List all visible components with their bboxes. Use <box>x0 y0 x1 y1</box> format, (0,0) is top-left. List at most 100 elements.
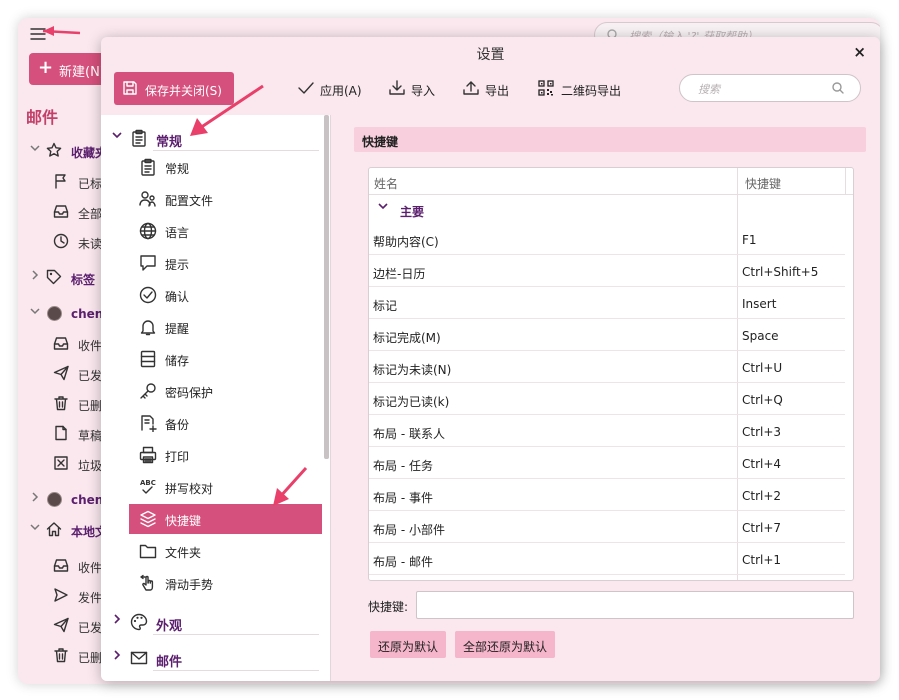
table-row[interactable]: 布局 - 联系人 Ctrl+3 <box>369 415 845 447</box>
sidebar-label: 收件 <box>78 561 103 575</box>
tree-item[interactable]: 语言 <box>129 216 322 246</box>
chevron-down-icon[interactable] <box>378 202 388 210</box>
folder-item[interactable]: 已发 <box>18 362 108 386</box>
table-row[interactable]: 布局 - 任务 Ctrl+4 <box>369 447 845 479</box>
sidebar-group[interactable]: 本地文 <box>18 518 108 542</box>
folder-item[interactable]: 草稿 <box>18 422 108 446</box>
folder-item[interactable]: 收件 <box>18 554 108 578</box>
printer-icon <box>139 446 157 464</box>
tree-item[interactable]: 提示 <box>129 248 322 278</box>
folder-icon <box>139 542 157 560</box>
command-name: 布局 - 邮件 <box>373 555 433 569</box>
backup-icon <box>139 414 157 432</box>
avatar <box>47 492 62 507</box>
tree-group[interactable]: 邮件 <box>101 645 319 671</box>
tree-item[interactable]: 提醒 <box>129 312 322 342</box>
folder-item[interactable]: 发件 <box>18 584 108 608</box>
tree-item[interactable]: ABC 拼写校对 <box>129 472 322 502</box>
import-label: 导入 <box>411 84 436 98</box>
account-item[interactable]: chen <box>18 302 108 326</box>
table-row[interactable]: 标记 Insert <box>369 287 845 319</box>
settings-tree: 常规 外观 邮件 常规 配置文件 语言 提示 确认 提醒 储存 密码保护 备份 … <box>101 115 331 681</box>
folder-item[interactable]: 已删 <box>18 392 108 416</box>
folder-item[interactable]: 已标 <box>18 170 108 194</box>
group-underline <box>153 634 319 635</box>
tree-item[interactable]: 储存 <box>129 344 322 374</box>
draft-icon <box>53 425 69 441</box>
key-icon <box>139 382 157 400</box>
sidebar-label: 垃圾 <box>78 459 103 473</box>
sidebar-label: 已标 <box>78 177 103 191</box>
table-row[interactable]: 帮助内容(C) F1 <box>369 223 845 255</box>
reset-default-button[interactable]: 还原为默认 <box>370 631 447 658</box>
shortcut-icon <box>139 510 157 528</box>
tree-group[interactable]: 外观 <box>101 609 319 635</box>
account-item[interactable]: chen <box>18 488 108 512</box>
chevron-right-icon[interactable] <box>112 614 122 624</box>
chevron-down-icon[interactable] <box>112 130 122 140</box>
column-divider <box>845 168 846 195</box>
folder-item[interactable]: 未读 <box>18 230 108 254</box>
sidebar-label: 已发 <box>78 621 103 635</box>
table-row[interactable]: 标记为已读(k) Ctrl+Q <box>369 383 845 415</box>
tree-item[interactable]: 快捷键 <box>129 504 322 534</box>
trash-icon <box>53 647 69 663</box>
tree-item[interactable]: 密码保护 <box>129 376 322 406</box>
spellcheck-icon: ABC <box>139 478 159 496</box>
outbox-icon <box>53 587 69 603</box>
tag-icon <box>46 269 62 285</box>
sidebar-group[interactable]: 收藏夹 <box>18 139 108 163</box>
command-name: 布局 - 事件 <box>373 491 433 505</box>
chevron-down-icon[interactable] <box>30 522 40 532</box>
folder-item[interactable]: 全部 <box>18 200 108 224</box>
tree-item-label: 密码保护 <box>165 386 214 400</box>
table-row[interactable]: 布局 - 邮件 Ctrl+1 <box>369 543 845 575</box>
table-row[interactable]: 边栏-日历 Ctrl+Shift+5 <box>369 255 845 287</box>
globe-icon <box>139 222 157 240</box>
save-and-close-button[interactable]: 保存并关闭(S) <box>114 72 234 105</box>
shortcut-input[interactable] <box>416 591 854 619</box>
tree-item[interactable]: 打印 <box>129 440 322 470</box>
column-header-shortcut[interactable]: 快捷键 <box>745 175 781 192</box>
chevron-down-icon[interactable] <box>30 143 40 153</box>
close-icon[interactable]: × <box>853 43 866 61</box>
tree-item-label: 语言 <box>165 226 190 240</box>
folder-item[interactable]: 已删 <box>18 644 108 668</box>
settings-search-placeholder: 搜索 <box>698 83 720 96</box>
table-row[interactable]: 标记完成(M) Space <box>369 319 845 351</box>
chevron-right-icon[interactable] <box>30 492 40 502</box>
table-row[interactable]: 布局 - 小部件 Ctrl+7 <box>369 511 845 543</box>
tree-item-label: 打印 <box>165 450 190 464</box>
table-row[interactable]: 标记为未读(N) Ctrl+U <box>369 351 845 383</box>
chevron-down-icon[interactable] <box>30 306 40 316</box>
chat-icon <box>139 254 157 272</box>
tree-item[interactable]: 确认 <box>129 280 322 310</box>
tree-scrollbar[interactable] <box>324 115 329 459</box>
tree-item[interactable]: 备份 <box>129 408 322 438</box>
sidebar-group[interactable]: 标签 <box>18 266 108 290</box>
tree-group[interactable]: 常规 <box>101 125 319 151</box>
new-button-label: 新建(N) <box>59 65 105 80</box>
folder-item[interactable]: 垃圾 <box>18 452 108 476</box>
column-header-name[interactable]: 姓名 <box>374 175 398 192</box>
table-row[interactable]: 布局 - 事件 Ctrl+2 <box>369 479 845 511</box>
folder-item[interactable]: 收件 <box>18 332 108 356</box>
folder-item[interactable]: 已发 <box>18 614 108 638</box>
bell-icon <box>139 318 157 336</box>
reset-all-default-button[interactable]: 全部还原为默认 <box>455 631 556 658</box>
chevron-right-icon[interactable] <box>112 650 122 660</box>
tree-item[interactable]: 滑动手势 <box>129 568 322 598</box>
tree-item[interactable]: 常规 <box>129 152 322 182</box>
shortcut-key: Insert <box>742 297 777 311</box>
tree-item[interactable]: 文件夹 <box>129 536 322 566</box>
command-name: 标记完成(M) <box>373 331 441 345</box>
settings-search-input[interactable]: 搜索 <box>679 74 861 102</box>
table-group-main[interactable]: 主要 <box>369 195 853 223</box>
export-icon <box>462 80 480 96</box>
chevron-right-icon[interactable] <box>30 270 40 280</box>
tree-item[interactable]: 配置文件 <box>129 184 322 214</box>
flag-icon <box>53 173 69 189</box>
sidebar-label: 全部 <box>78 207 103 221</box>
qr-export-label: 二维码导出 <box>561 84 622 98</box>
hamburger-menu-icon[interactable] <box>30 28 46 40</box>
